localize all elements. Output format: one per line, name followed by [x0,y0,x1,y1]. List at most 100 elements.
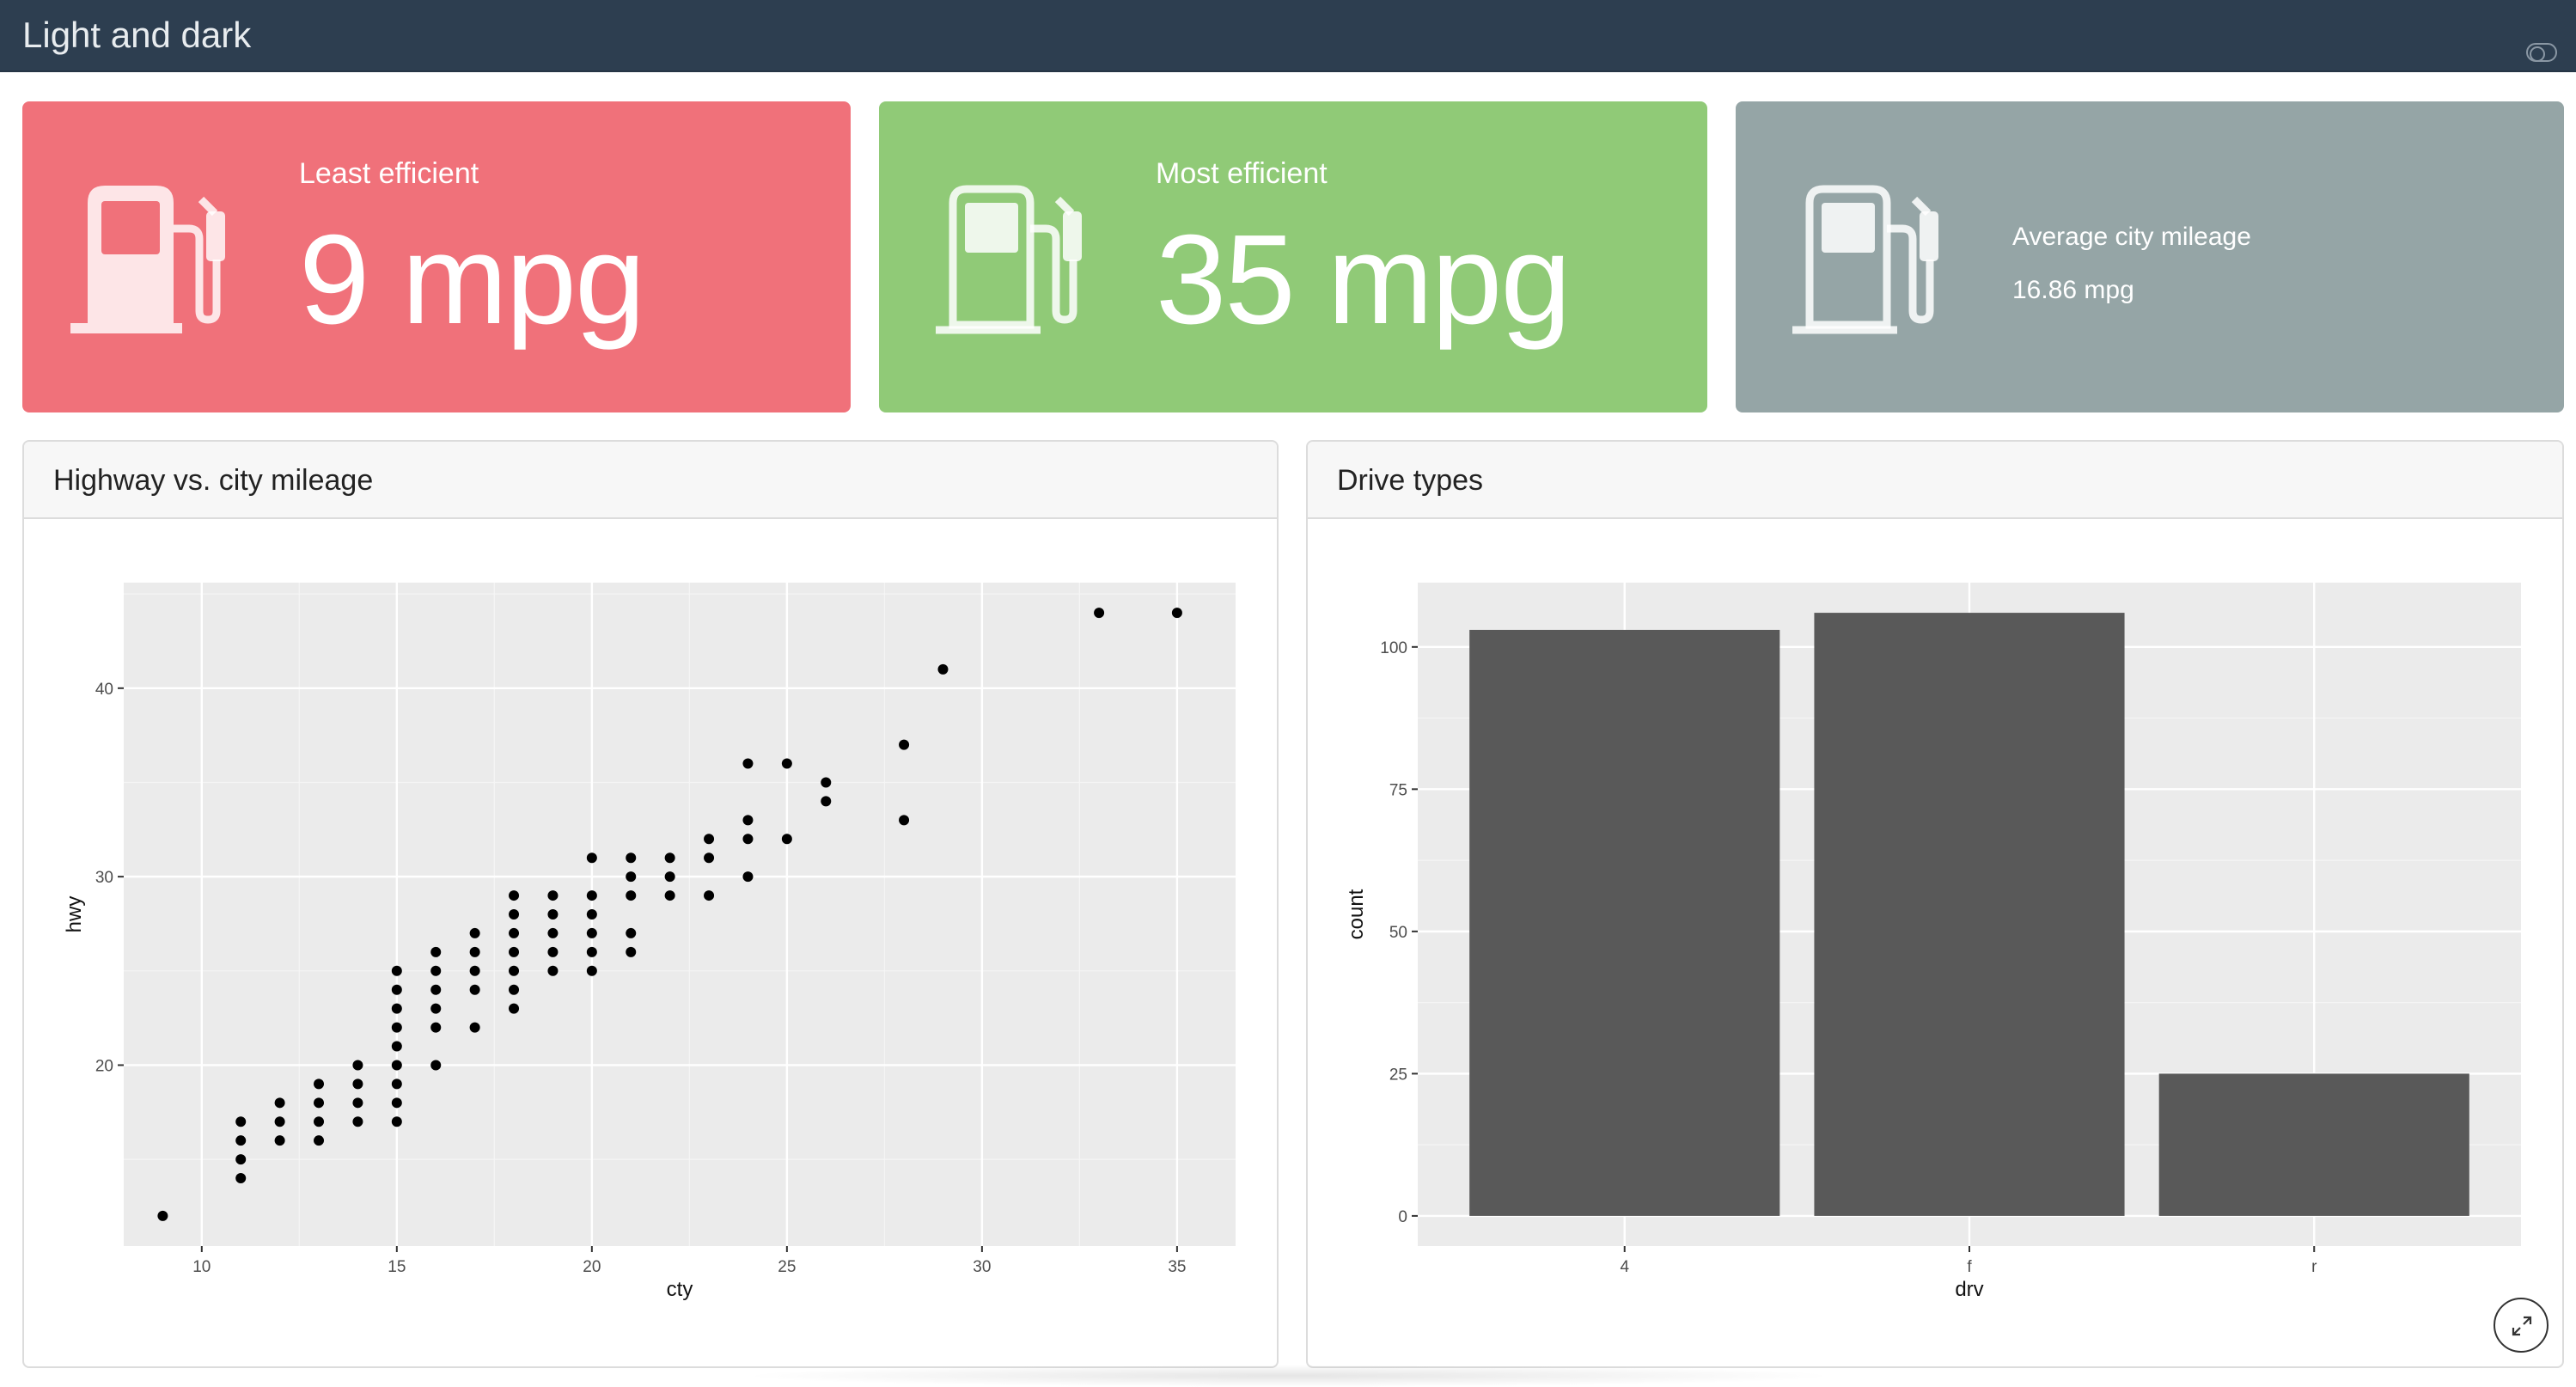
value-box-most-efficient: Most efficient 35 mpg [879,101,1707,412]
scatter-point [547,965,559,976]
scatter-point [235,1116,247,1127]
scatter-point [314,1135,325,1146]
y-tick-label: 50 [1389,924,1407,942]
scatter-point [314,1078,325,1090]
y-tick-label: 30 [95,869,113,887]
scatter-point [391,1116,402,1127]
scatter-point [937,663,949,675]
y-tick-label: 25 [1389,1066,1407,1084]
scatter-point [899,815,910,826]
scatter-point [547,946,559,957]
scatter-point [430,1003,442,1014]
scatter-point [1094,608,1105,619]
scatter-point [899,739,910,750]
scatter-point [274,1097,285,1109]
scatter-point [781,834,792,845]
navbar: Light and dark [0,0,2576,72]
scatter-point [742,758,754,769]
scatter-point [391,965,402,976]
scatter-point [430,965,442,976]
scatter-point [430,1060,442,1071]
scatter-point [704,890,715,901]
scatter-point [586,927,597,938]
x-tick-label: 25 [778,1258,796,1276]
scatter-point [509,1003,520,1014]
scatter-point [235,1173,247,1184]
scatter-point [742,871,754,883]
scatter-point [352,1116,363,1127]
scatter-point [821,796,832,807]
card-header: Highway vs. city mileage [24,442,1277,519]
scatter-point [704,834,715,845]
scatter-point [664,890,675,901]
y-tick-label: 0 [1398,1208,1407,1226]
scatter-point [742,815,754,826]
scatter-point [469,1022,480,1033]
scatter-point [821,777,832,788]
card-title: Drive types [1337,464,1484,497]
card-title: Highway vs. city mileage [53,464,374,497]
scatter-point [391,1060,402,1071]
scatter-point [235,1135,247,1146]
value-box-value: 16.86 mpg [2012,276,2134,304]
value-box-average-city-mileage: Average city mileage 16.86 mpg [1736,101,2564,412]
scatter-point [430,946,442,957]
y-tick-label: 40 [95,681,113,699]
scatter-point [235,1154,247,1165]
scatter-point [352,1078,363,1090]
scatter-point [664,852,675,864]
scatter-point [626,946,637,957]
card-body: 10 15 20 25 30 35 20 30 40 cty hwy [24,519,1277,1366]
scatter-point [742,834,754,845]
card-header: Drive types [1308,442,2562,519]
scatter-point [509,927,520,938]
fuel-pump-icon [1792,185,1938,334]
x-tick-label: r [2311,1258,2317,1276]
scatter-point [352,1097,363,1109]
y-tick-label: 20 [95,1057,113,1075]
expand-button[interactable] [2494,1298,2549,1353]
fuel-pump-fill-icon [70,186,225,333]
scatter-point [509,984,520,995]
scatter-point [664,871,675,883]
expand-icon [2512,1316,2532,1336]
scatter-point [586,852,597,864]
value-box-title: Most efficient [1156,157,1328,190]
navbar-title: Light and dark [22,15,252,55]
scatter-point [547,909,559,920]
scatter-point [586,965,597,976]
x-tick-label: 10 [192,1258,211,1276]
scatter-point [274,1116,285,1127]
y-tick-label: 75 [1389,781,1407,799]
scatter-point [391,1022,402,1033]
scatter-point [781,758,792,769]
bar [1814,613,2125,1216]
card-highway-vs-city: Highway vs. city mileage 10 15 20 25 30 35 20 3… [22,440,1279,1368]
shadow [739,1365,1839,1387]
scatter-point [391,1003,402,1014]
x-tick-label: 4 [1620,1258,1629,1276]
x-tick-label: 20 [583,1258,601,1276]
card-drive-types: Drive types 4 f r 0 25 50 75 100 drv count [1306,440,2564,1368]
scatter-point [586,909,597,920]
scatter-point [1171,608,1182,619]
dark-mode-toggle-icon[interactable] [2526,43,2557,62]
scatter-point [391,1041,402,1052]
scatter-point [157,1210,168,1221]
scatter-point [314,1116,325,1127]
scatter-point [626,890,637,901]
plot-panel [124,583,1236,1246]
fuel-pump-icon [936,185,1082,334]
scatter-point [509,965,520,976]
scatter-point [509,946,520,957]
x-axis-label: drv [1955,1278,1983,1301]
bar-chart: 4 f r 0 25 50 75 100 drv count [1345,583,2521,1301]
value-box-title: Least efficient [299,157,479,190]
bar [1469,629,1780,1216]
scatter-point [469,946,480,957]
bar [2158,1073,2469,1216]
scatter-point [547,890,559,901]
scatter-point [626,852,637,864]
scatter-point [391,984,402,995]
scatter-point [509,909,520,920]
